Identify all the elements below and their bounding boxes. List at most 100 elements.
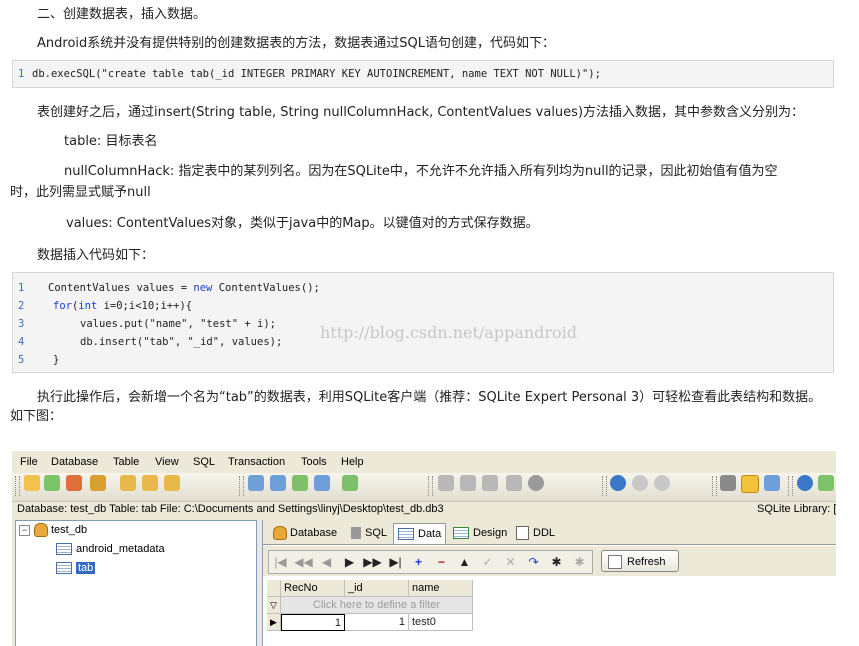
refresh-table-icon[interactable]: [292, 475, 308, 491]
next-record-button[interactable]: ▶: [338, 551, 361, 573]
menu-file[interactable]: File: [20, 456, 38, 468]
blog-watermark: http://blog.csdn.net/appandroid: [320, 323, 578, 342]
table-icon: [398, 528, 414, 541]
cell-name[interactable]: test0: [409, 614, 473, 631]
tab-database[interactable]: Database: [269, 523, 341, 543]
cancel-updates-button[interactable]: ✱: [568, 551, 591, 573]
tree-item-test-db[interactable]: test_db: [34, 522, 87, 538]
column-header-recno[interactable]: RecNo: [281, 580, 345, 597]
param-table: table: 目标表名: [64, 134, 158, 149]
first-record-button[interactable]: |◀: [269, 551, 292, 573]
code-line: }: [53, 354, 60, 366]
post-edit-button[interactable]: ✓: [476, 551, 499, 573]
toolbar-grip: [602, 476, 607, 496]
sqlite-expert-window: File Database Table View SQL Transaction…: [12, 451, 836, 646]
tab-data[interactable]: Data: [393, 523, 447, 544]
refresh-data-button[interactable]: ↷: [522, 551, 545, 573]
tab-sql[interactable]: SQL: [347, 523, 391, 543]
refresh-icon: [608, 555, 622, 570]
sql-tool-icon[interactable]: [506, 475, 522, 491]
menu-view[interactable]: View: [155, 456, 179, 468]
apply-updates-button[interactable]: ✱: [545, 551, 568, 573]
filter-icon[interactable]: [741, 475, 759, 493]
param-nullcolumnhack: nullColumnHack: 指定表中的某列列名。因为在SQLite中，不允许…: [64, 164, 778, 179]
database-settings-icon[interactable]: [90, 475, 106, 491]
toolbar-grip: [15, 476, 20, 496]
rollback-icon[interactable]: [654, 475, 670, 491]
new-database-icon[interactable]: [24, 475, 40, 491]
cell-recno[interactable]: 1: [281, 614, 345, 631]
cell-id[interactable]: 1: [345, 614, 409, 631]
execute-icon[interactable]: [610, 475, 626, 491]
insert-paragraph: 表创建好之后，通过insert(String table, String nul…: [37, 105, 805, 120]
tree-item-android-metadata[interactable]: android_metadata: [56, 541, 165, 557]
open-database-icon[interactable]: [44, 475, 60, 491]
close-database-icon[interactable]: [66, 475, 82, 491]
status-bar: Database: test_db Table: tab File: C:\Do…: [12, 502, 836, 517]
layout-icon[interactable]: [764, 475, 780, 491]
insert-record-button[interactable]: +: [407, 551, 430, 573]
sql-tool-icon[interactable]: [460, 475, 476, 491]
filter-row[interactable]: Click here to define a filter: [281, 597, 473, 614]
database-info-icon[interactable]: [164, 475, 180, 491]
param-values: values: ContentValues对象，类似于java中的Map。以键值…: [66, 216, 539, 231]
sqlite-library-label: SQLite Library: [i: [757, 503, 836, 515]
code-line: db.insert("tab", "_id", values);: [80, 336, 283, 348]
last-record-button[interactable]: ▶|: [384, 551, 407, 573]
rename-table-icon[interactable]: [270, 475, 286, 491]
ddl-icon: [516, 526, 529, 541]
line-number: 3: [18, 318, 25, 330]
param-nullcolumnhack-cont: 时，此列需显式赋予null: [10, 185, 151, 200]
toolbar-grip: [712, 476, 717, 496]
line-number: 4: [18, 336, 25, 348]
menu-database[interactable]: Database: [51, 456, 98, 468]
code-line: values.put("name", "test" + i);: [80, 318, 276, 330]
table-panel: Database SQL Data Design DDL |◀ ◀◀ ◀ ▶ ▶…: [262, 520, 836, 646]
prior-page-button[interactable]: ◀◀: [292, 551, 315, 573]
line-number: 2: [18, 300, 25, 312]
status-text: Database: test_db Table: tab File: C:\Do…: [17, 503, 444, 515]
result-paragraph-cont: 如下图：: [10, 409, 63, 424]
help-icon[interactable]: [797, 475, 813, 491]
column-header-id[interactable]: _id: [345, 580, 409, 597]
sql-tool-icon[interactable]: [482, 475, 498, 491]
tree-item-tab[interactable]: tab: [56, 560, 96, 576]
next-page-button[interactable]: ▶▶: [361, 551, 384, 573]
prior-record-button[interactable]: ◀: [315, 551, 338, 573]
attach-database-icon[interactable]: [120, 475, 136, 491]
menu-sql[interactable]: SQL: [193, 456, 215, 468]
line-number: 1: [18, 282, 25, 294]
menu-bar: File Database Table View SQL Transaction…: [12, 451, 836, 474]
column-header-name[interactable]: name: [409, 580, 473, 597]
import-table-icon[interactable]: [342, 475, 358, 491]
design-icon: [453, 527, 469, 540]
refresh-button[interactable]: Refresh: [601, 550, 679, 572]
detach-database-icon[interactable]: [142, 475, 158, 491]
cancel-edit-button[interactable]: ✕: [499, 551, 522, 573]
intro-paragraph: Android系统并没有提供特别的创建数据表的方法，数据表通过SQL语句创建，代…: [37, 36, 555, 51]
commit-icon[interactable]: [632, 475, 648, 491]
main-toolbar: [12, 473, 836, 502]
line-number: 5: [18, 354, 25, 366]
table-icon: [56, 543, 72, 556]
sql-tool-icon[interactable]: [438, 475, 454, 491]
tab-ddl[interactable]: DDL: [512, 523, 559, 543]
toolbar-grip: [428, 476, 433, 496]
export-table-icon[interactable]: [314, 475, 330, 491]
database-icon: [34, 523, 48, 538]
edit-record-button[interactable]: ▲: [453, 551, 476, 573]
code-line: for(int i=0;i<10;i++){: [53, 300, 193, 312]
menu-transaction[interactable]: Transaction: [228, 456, 285, 468]
data-navigator: |◀ ◀◀ ◀ ▶ ▶▶ ▶| + − ▲ ✓ ✕ ↷ ✱ ✱ Refresh: [263, 546, 836, 576]
tab-design[interactable]: Design: [449, 523, 511, 543]
tree-collapse-toggle[interactable]: −: [19, 525, 30, 536]
stop-icon[interactable]: [528, 475, 544, 491]
gear-icon[interactable]: [720, 475, 736, 491]
menu-table[interactable]: Table: [113, 456, 139, 468]
check-icon[interactable]: [818, 475, 834, 491]
database-icon: [273, 526, 287, 541]
menu-help[interactable]: Help: [341, 456, 364, 468]
menu-tools[interactable]: Tools: [301, 456, 327, 468]
delete-record-button[interactable]: −: [430, 551, 453, 573]
new-table-icon[interactable]: [248, 475, 264, 491]
